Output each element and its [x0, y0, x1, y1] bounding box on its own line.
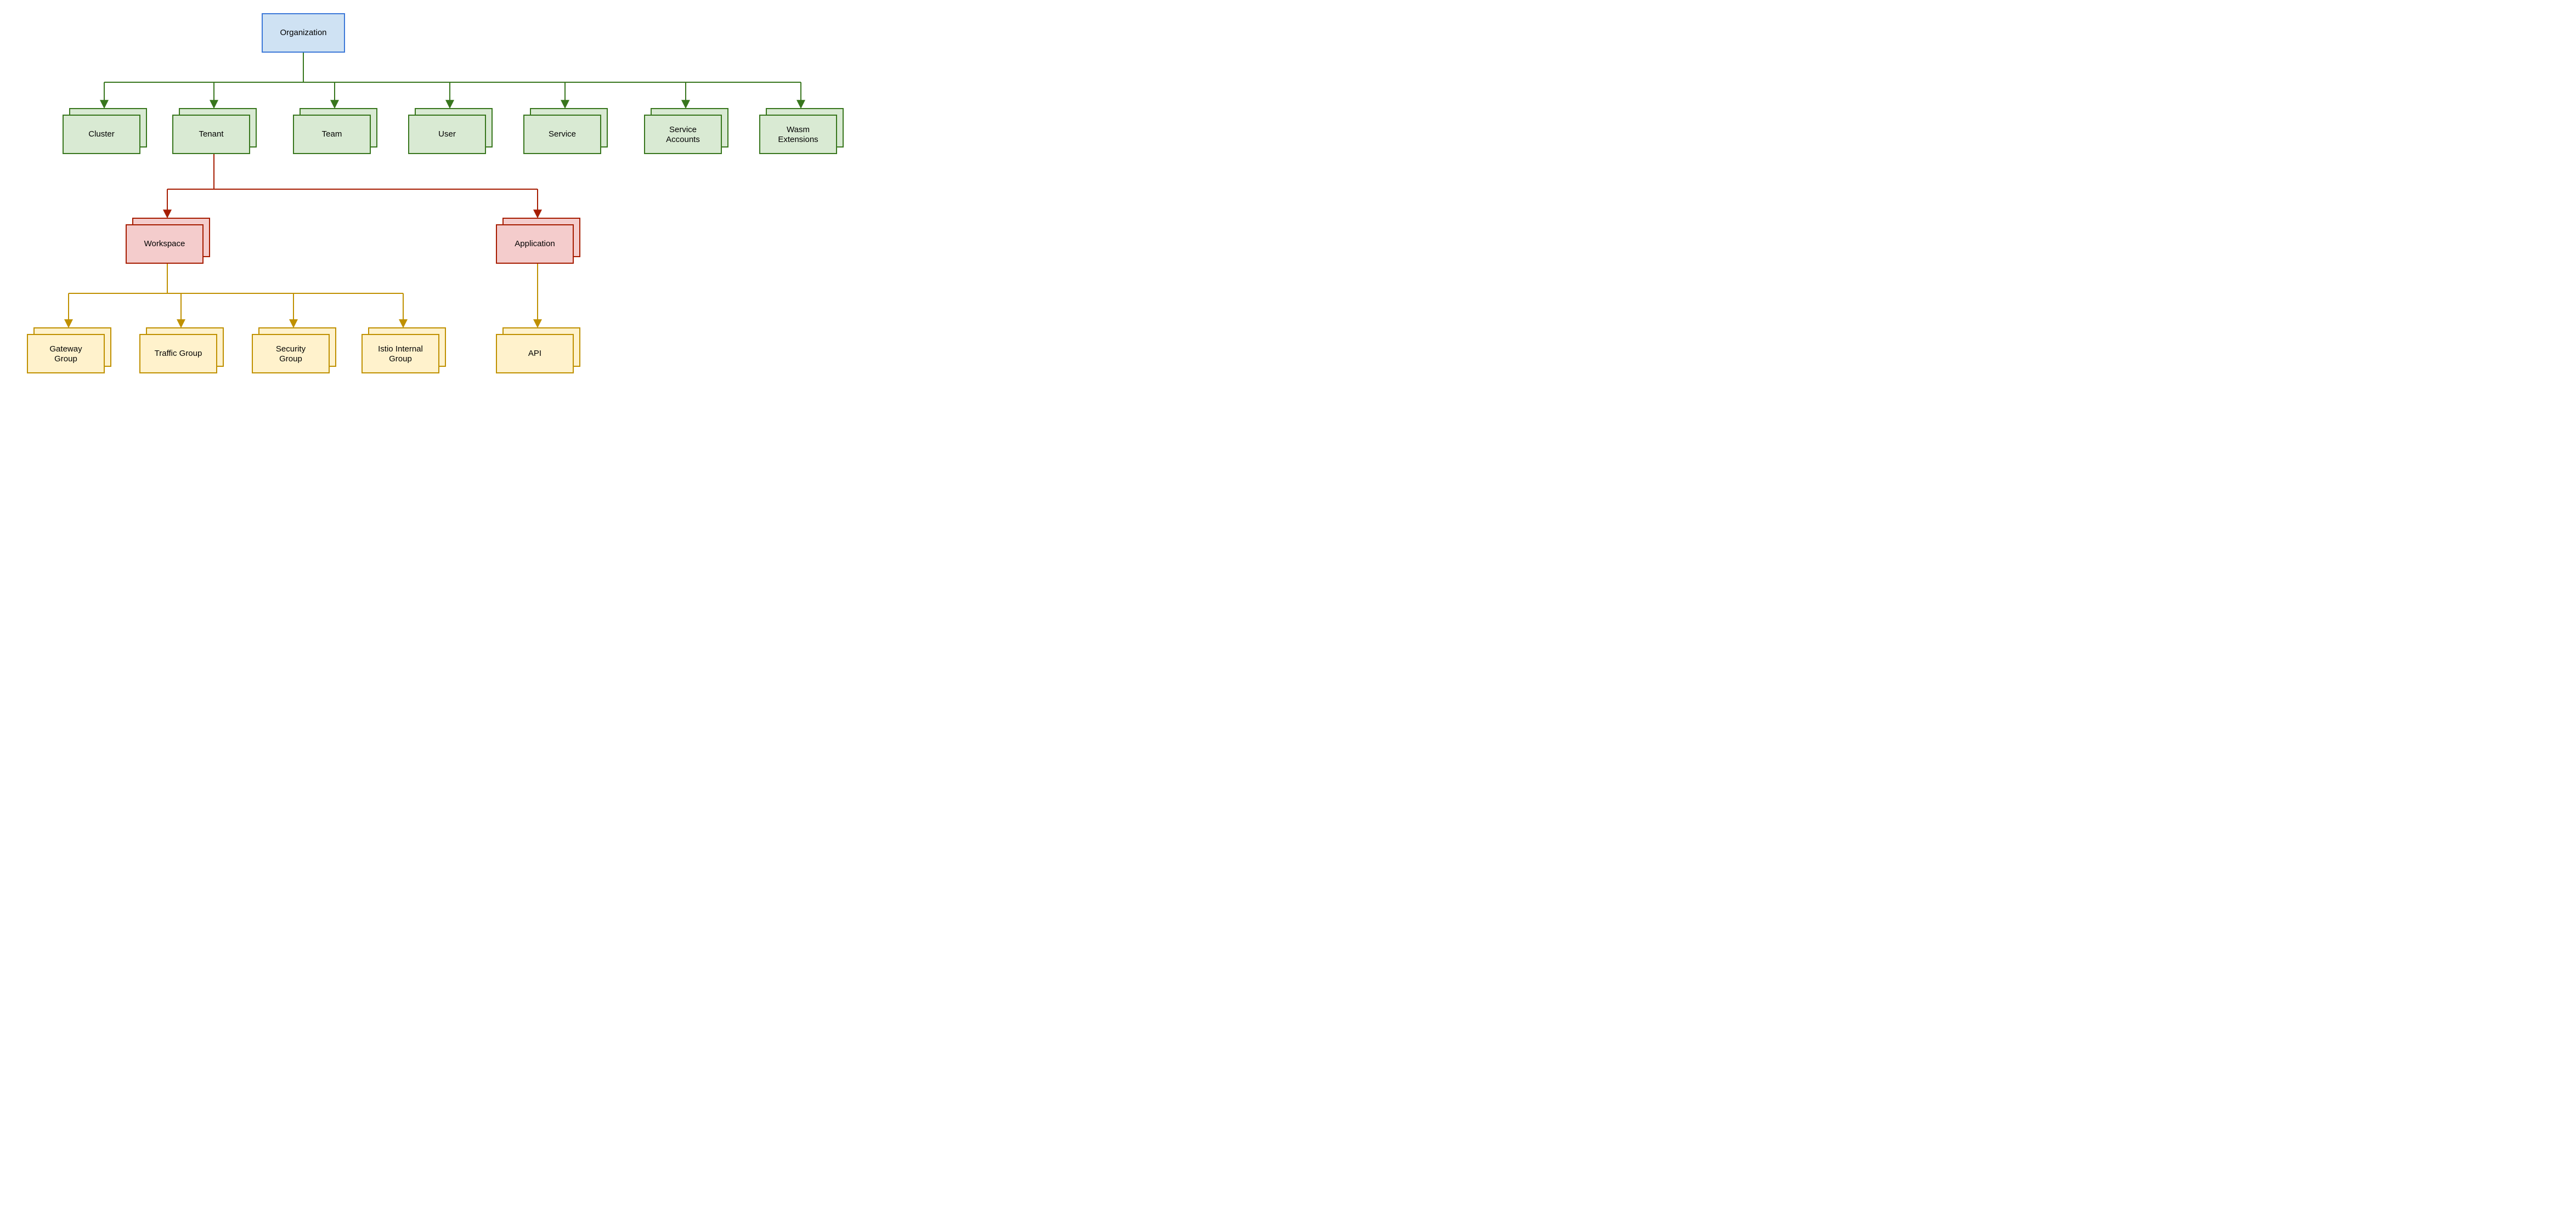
label-service: Service: [549, 129, 576, 139]
node-user: User: [409, 109, 492, 154]
label-gateway-l2: Group: [54, 354, 77, 364]
label-tenant: Tenant: [199, 129, 224, 139]
label-application: Application: [515, 239, 555, 248]
label-team: Team: [322, 129, 342, 139]
edges-workspace: [69, 263, 403, 326]
label-traffic-group: Traffic Group: [155, 349, 202, 358]
node-service: Service: [524, 109, 607, 154]
label-istio-l2: Group: [389, 354, 412, 364]
hierarchy-diagram: Organization Cluster Tenant Team User Se…: [0, 0, 858, 405]
node-traffic-group: Traffic Group: [140, 328, 223, 373]
node-team: Team: [293, 109, 377, 154]
label-wasm-l2: Extensions: [778, 135, 818, 144]
edges-organization: [104, 52, 801, 107]
label-security-l2: Group: [279, 354, 302, 364]
label-service-accounts-l2: Accounts: [666, 135, 700, 144]
edges-tenant: [167, 154, 538, 217]
node-gateway-group: Gateway Group: [27, 328, 111, 373]
node-workspace: Workspace: [126, 218, 210, 263]
node-organization: Organization: [262, 14, 344, 52]
label-workspace: Workspace: [144, 239, 185, 248]
node-tenant: Tenant: [173, 109, 256, 154]
node-application: Application: [496, 218, 580, 263]
node-security-group: Security Group: [252, 328, 336, 373]
node-service-accounts: Service Accounts: [645, 109, 728, 154]
node-api: API: [496, 328, 580, 373]
label-cluster: Cluster: [88, 129, 115, 139]
label-api: API: [528, 349, 541, 358]
label-service-accounts-l1: Service: [669, 125, 697, 134]
label-wasm-l1: Wasm: [787, 125, 810, 134]
label-gateway-l1: Gateway: [49, 344, 82, 354]
label-istio-l1: Istio Internal: [378, 344, 423, 354]
node-cluster: Cluster: [63, 109, 146, 154]
node-istio-internal-group: Istio Internal Group: [362, 328, 445, 373]
node-wasm-extensions: Wasm Extensions: [760, 109, 843, 154]
label-security-l1: Security: [276, 344, 306, 354]
label-organization: Organization: [280, 28, 326, 37]
label-user: User: [438, 129, 456, 139]
